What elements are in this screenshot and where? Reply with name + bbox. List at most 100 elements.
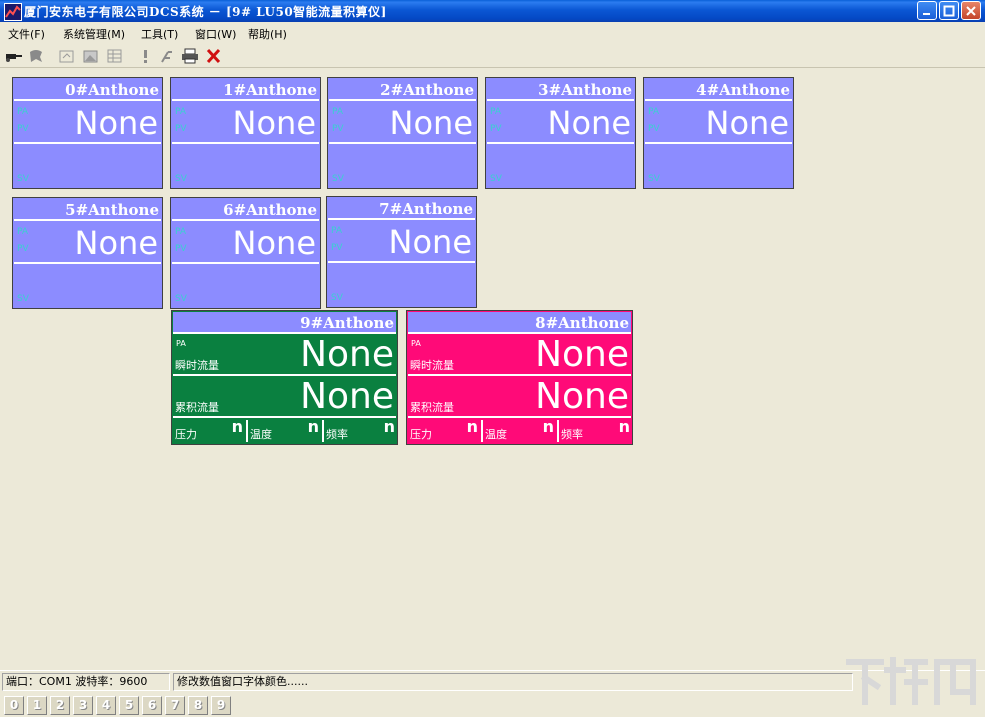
close-x-icon[interactable] xyxy=(205,48,223,64)
pv-label: PV xyxy=(175,124,187,134)
total-flow-label: 累积流量 xyxy=(410,401,454,414)
sv-area: SV xyxy=(14,146,161,187)
flow-panel-1[interactable]: 8#Anthone PA 瞬时流量 None 累积流量 None 压力 n 温度 n 频率 n xyxy=(406,310,633,445)
tree-icon[interactable] xyxy=(28,48,46,64)
menu-help[interactable]: 帮助(H) xyxy=(248,26,287,42)
sv-label: SV xyxy=(17,294,29,304)
device-panel-7[interactable]: 7#Anthone PA PV None SV xyxy=(326,196,477,308)
device-panel-reading: PA PV None xyxy=(329,103,476,144)
device-panel-3[interactable]: 3#Anthone PA PV None SV xyxy=(485,77,636,189)
flow-cell: 频率 n xyxy=(324,417,398,442)
flow-panel-title: 9#Anthone xyxy=(173,312,396,334)
flow-cell-label: 压力 xyxy=(175,428,197,441)
instant-flow-row: PA 瞬时流量 None xyxy=(408,334,631,376)
window-tab-1[interactable]: 1 xyxy=(27,696,47,715)
device-panel-5[interactable]: 5#Anthone PA PV None SV xyxy=(12,197,163,309)
pv-value: None xyxy=(74,104,158,142)
pa-label: PA xyxy=(648,107,660,117)
flow-cell-label: 温度 xyxy=(485,428,507,441)
total-flow-row: 累积流量 None xyxy=(408,376,631,418)
toolbar xyxy=(0,45,985,68)
window-tab-8[interactable]: 8 xyxy=(188,696,208,715)
device-panel-title: 7#Anthone xyxy=(328,198,475,220)
maximize-button[interactable] xyxy=(939,1,959,20)
device-panel-4[interactable]: 4#Anthone PA PV None SV xyxy=(643,77,794,189)
sv-label: SV xyxy=(17,174,29,184)
pa-label: PA xyxy=(490,107,502,117)
pa-label: PA xyxy=(411,339,421,348)
flow-cell: 温度 n xyxy=(483,417,559,442)
client-area: 0#Anthone PA PV None SV 1#Anthone PA PV None SV 2#… xyxy=(0,68,985,670)
window-tab-5[interactable]: 5 xyxy=(119,696,139,715)
connect-icon[interactable] xyxy=(5,48,23,64)
total-flow-value: None xyxy=(300,376,394,417)
pv-value: None xyxy=(232,224,316,262)
instant-flow-label: 瞬时流量 xyxy=(410,359,454,372)
flow-cell-value: n xyxy=(231,417,243,436)
close-button[interactable] xyxy=(961,1,981,20)
flow-cell-label: 压力 xyxy=(410,428,432,441)
menu-bar: 文件(F) 系统管理(M) 工具(T) 窗口(W) 帮助(H) xyxy=(0,22,985,44)
instant-flow-row: PA 瞬时流量 None xyxy=(173,334,396,376)
window-tab-7[interactable]: 7 xyxy=(165,696,185,715)
picture-icon[interactable] xyxy=(82,48,100,64)
query-icon[interactable] xyxy=(158,48,176,64)
menu-system-management[interactable]: 系统管理(M) xyxy=(63,26,125,42)
window-tab-0[interactable]: 0 xyxy=(4,696,24,715)
device-panel-title: 6#Anthone xyxy=(172,199,319,221)
status-message: 修改数值窗口字体颜色...... xyxy=(173,673,853,691)
device-panel-0[interactable]: 0#Anthone PA PV None SV xyxy=(12,77,163,189)
flow-cell-label: 温度 xyxy=(250,428,272,441)
flow-panel-title: 8#Anthone xyxy=(408,312,631,334)
pv-value: None xyxy=(232,104,316,142)
total-flow-value: None xyxy=(535,376,629,417)
flow-cell-label: 频率 xyxy=(326,428,348,441)
instant-flow-value: None xyxy=(535,334,629,375)
window-tab-6[interactable]: 6 xyxy=(142,696,162,715)
maximize-icon xyxy=(943,5,955,17)
pv-value: None xyxy=(389,104,473,142)
device-panel-reading: PA PV None xyxy=(487,103,634,144)
pa-label: PA xyxy=(331,226,343,236)
menu-tools[interactable]: 工具(T) xyxy=(141,26,178,42)
grid-icon[interactable] xyxy=(106,48,124,64)
window-tab-3[interactable]: 3 xyxy=(73,696,93,715)
window-title: 厦门安东电子有限公司DCS系统 － [9# LU50智能流量积算仪] xyxy=(24,5,387,19)
status-bar: 端口：COM1 波特率：9600 修改数值窗口字体颜色...... xyxy=(0,670,985,693)
window-tab-2[interactable]: 2 xyxy=(50,696,70,715)
sv-area: SV xyxy=(487,146,634,187)
device-panel-reading: PA PV None xyxy=(14,103,161,144)
minimize-button[interactable] xyxy=(917,1,937,20)
pv-label: PV xyxy=(332,124,344,134)
sv-area: SV xyxy=(328,265,475,306)
pv-label: PV xyxy=(175,244,187,254)
pv-label: PV xyxy=(331,243,343,253)
flow-cell-label: 频率 xyxy=(561,428,583,441)
settings-icon[interactable] xyxy=(58,48,76,64)
device-panel-reading: PA PV None xyxy=(328,222,475,263)
device-panel-6[interactable]: 6#Anthone PA PV None SV xyxy=(170,197,321,309)
device-panel-title: 2#Anthone xyxy=(329,79,476,101)
pv-value: None xyxy=(547,104,631,142)
device-panel-2[interactable]: 2#Anthone PA PV None SV xyxy=(327,77,478,189)
print-icon[interactable] xyxy=(181,48,199,64)
menu-file[interactable]: 文件(F) xyxy=(8,26,45,42)
sv-area: SV xyxy=(329,146,476,187)
device-panel-1[interactable]: 1#Anthone PA PV None SV xyxy=(170,77,321,189)
port-status: 端口：COM1 波特率：9600 xyxy=(2,673,170,691)
sv-area: SV xyxy=(645,146,792,187)
pa-label: PA xyxy=(332,107,344,117)
pv-value: None xyxy=(74,224,158,262)
pa-label: PA xyxy=(17,227,29,237)
total-flow-row: 累积流量 None xyxy=(173,376,396,418)
app-icon[interactable] xyxy=(4,3,22,21)
pa-label: PA xyxy=(175,227,187,237)
alert-icon[interactable] xyxy=(137,48,155,64)
device-panel-title: 1#Anthone xyxy=(172,79,319,101)
flow-panel-0[interactable]: 9#Anthone PA 瞬时流量 None 累积流量 None 压力 n 温度 n 频率 n xyxy=(171,310,398,445)
close-icon xyxy=(966,6,976,16)
window-tab-9[interactable]: 9 xyxy=(211,696,231,715)
window-tab-4[interactable]: 4 xyxy=(96,696,116,715)
device-panel-reading: PA PV None xyxy=(172,223,319,264)
menu-window[interactable]: 窗口(W) xyxy=(195,26,236,42)
